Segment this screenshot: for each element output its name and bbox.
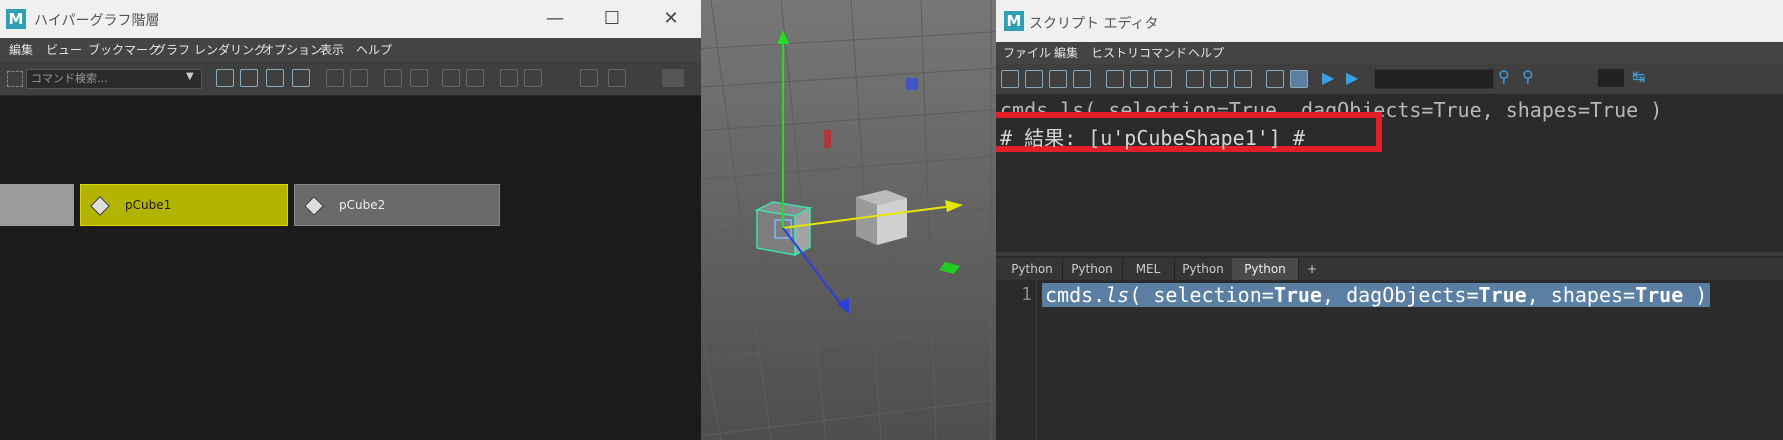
menu-display[interactable]: 表示 bbox=[320, 38, 344, 62]
menu-command[interactable]: コマンド bbox=[1139, 42, 1187, 64]
minimize-icon[interactable]: — bbox=[540, 0, 570, 38]
panel-icon[interactable] bbox=[466, 69, 484, 87]
line-number: 1 bbox=[1021, 284, 1032, 305]
search-down-icon[interactable]: ⚲ bbox=[1498, 67, 1510, 86]
menu-rendering[interactable]: レンダリング bbox=[194, 38, 266, 62]
code-token: cmds. bbox=[1045, 283, 1106, 307]
menu-view[interactable]: ビュー bbox=[46, 38, 82, 62]
save-icon[interactable] bbox=[1073, 70, 1091, 88]
layout-icon[interactable] bbox=[292, 69, 310, 87]
code-keyword: True bbox=[1478, 283, 1527, 307]
graph-node-pcube2[interactable]: pCube2 bbox=[294, 184, 500, 226]
window-title: ハイパーグラフ階層 bbox=[34, 13, 160, 29]
history-pane[interactable]: cmds.ls( selection=True, dagObjects=True… bbox=[996, 94, 1783, 252]
code-token: ) bbox=[1683, 283, 1708, 307]
maximize-icon[interactable]: ☐ bbox=[597, 0, 627, 38]
grip-icon bbox=[7, 71, 23, 87]
script-editor-titlebar: M スクリプト エディタ bbox=[996, 0, 1783, 42]
maya-logo-icon: M bbox=[1004, 11, 1024, 31]
tab-python-1[interactable]: Python bbox=[1002, 258, 1063, 280]
tab-python-2[interactable]: Python bbox=[1062, 258, 1123, 280]
transform-node-icon bbox=[304, 196, 324, 216]
execute-icon[interactable]: ▶ bbox=[1346, 68, 1358, 87]
goto-line-icon[interactable]: ↹ bbox=[1632, 67, 1645, 86]
code-token: ( selection= bbox=[1129, 283, 1274, 307]
frame-icon[interactable] bbox=[524, 69, 542, 87]
hypergraph-titlebar: M ハイパーグラフ階層 — ☐ ✕ bbox=[0, 0, 701, 38]
menu-file[interactable]: ファイル bbox=[1003, 42, 1051, 64]
layout-icon[interactable] bbox=[1234, 70, 1252, 88]
layout-icon[interactable] bbox=[266, 69, 284, 87]
bookmark-icon[interactable] bbox=[384, 69, 402, 87]
maya-logo-icon: M bbox=[6, 9, 26, 29]
3d-viewport[interactable] bbox=[701, 0, 996, 440]
search-field[interactable] bbox=[1374, 69, 1494, 89]
close-icon[interactable]: ✕ bbox=[656, 0, 686, 38]
hypergraph-toolbar: コマンド検索... ▼ bbox=[0, 62, 701, 96]
echo-icon[interactable] bbox=[1266, 70, 1284, 88]
window-title: スクリプト エディタ bbox=[1029, 16, 1159, 32]
clear-all-icon[interactable] bbox=[1154, 70, 1172, 88]
transform-node-icon bbox=[90, 196, 110, 216]
highlight-box: # 結果: [u'pCubeShape1'] # bbox=[996, 112, 1382, 152]
line-numbers-icon[interactable] bbox=[1290, 70, 1308, 88]
open-icon[interactable] bbox=[1001, 70, 1019, 88]
layout-icon[interactable] bbox=[1186, 70, 1204, 88]
swatch-icon[interactable] bbox=[662, 69, 684, 87]
code-keyword: True bbox=[1635, 283, 1684, 307]
tab-python-4[interactable]: Python bbox=[1232, 258, 1299, 280]
dots-icon[interactable] bbox=[580, 69, 598, 87]
graph-node-pcube1[interactable]: pCube1 bbox=[80, 184, 288, 226]
hypergraph-window: M ハイパーグラフ階層 — ☐ ✕ 編集 ビュー ブックマーク グラフ レンダリ… bbox=[0, 0, 701, 440]
bookmark-edit-icon[interactable] bbox=[410, 69, 428, 87]
pane-splitter[interactable] bbox=[996, 252, 1783, 256]
clear-history-icon[interactable] bbox=[1106, 70, 1124, 88]
dots-icon[interactable] bbox=[608, 69, 626, 87]
layout-icon[interactable] bbox=[240, 69, 258, 87]
node-label: pCube2 bbox=[339, 198, 386, 212]
layout-icon[interactable] bbox=[216, 69, 234, 87]
tab-python-3[interactable]: Python bbox=[1174, 258, 1233, 280]
menu-graph[interactable]: グラフ bbox=[154, 38, 190, 62]
tab-mel[interactable]: MEL bbox=[1122, 258, 1175, 280]
script-editor-toolbar: ▶ ▶ ⚲ ⚲ ↹ bbox=[996, 64, 1783, 94]
code-function-name: ls bbox=[1105, 283, 1130, 307]
menu-options[interactable]: オプション bbox=[262, 38, 322, 62]
menu-history[interactable]: ヒストリ bbox=[1091, 42, 1139, 64]
input-pane[interactable]: 1 cmds.ls( selection=True, dagObjects=Tr… bbox=[996, 280, 1783, 440]
graph-node[interactable] bbox=[0, 184, 74, 226]
script-editor-menubar: ファイル 編集 ヒストリ コマンド ヘルプ bbox=[996, 42, 1783, 64]
layout-icon[interactable] bbox=[1210, 70, 1228, 88]
menu-help[interactable]: ヘルプ bbox=[356, 38, 392, 62]
search-up-icon[interactable]: ⚲ bbox=[1522, 67, 1534, 86]
menu-bookmark[interactable]: ブックマーク bbox=[88, 38, 160, 62]
tab-bar: Python Python MEL Python Python + bbox=[996, 258, 1783, 280]
goto-line-field[interactable] bbox=[1598, 69, 1624, 87]
hierarchy-icon[interactable] bbox=[350, 69, 368, 87]
chevron-down-icon[interactable]: ▼ bbox=[186, 71, 194, 82]
menu-edit[interactable]: 編集 bbox=[1054, 42, 1078, 64]
selected-input-line[interactable]: cmds.ls( selection=True, dagObjects=True… bbox=[1042, 283, 1711, 307]
hypergraph-menubar: 編集 ビュー ブックマーク グラフ レンダリング オプション 表示 ヘルプ bbox=[0, 38, 701, 62]
execute-all-icon[interactable]: ▶ bbox=[1322, 68, 1334, 87]
viewport-scene bbox=[701, 0, 996, 440]
list-icon[interactable] bbox=[442, 69, 460, 87]
add-tab-button[interactable]: + bbox=[1298, 258, 1326, 280]
node-label: pCube1 bbox=[125, 198, 172, 212]
clear-input-icon[interactable] bbox=[1130, 70, 1148, 88]
line-number-gutter: 1 bbox=[996, 280, 1037, 440]
hierarchy-icon[interactable] bbox=[326, 69, 344, 87]
menu-help[interactable]: ヘルプ bbox=[1188, 42, 1224, 64]
script-editor-window: M スクリプト エディタ ファイル 編集 ヒストリ コマンド ヘルプ ▶ ▶ ⚲… bbox=[996, 0, 1783, 440]
code-token: , shapes= bbox=[1526, 283, 1636, 307]
open-icon[interactable] bbox=[1025, 70, 1043, 88]
code-token: , dagObjects= bbox=[1321, 283, 1479, 307]
frame-icon[interactable] bbox=[500, 69, 518, 87]
result-line: # 結果: [u'pCubeShape1'] # bbox=[1000, 126, 1305, 150]
menu-edit[interactable]: 編集 bbox=[9, 38, 33, 62]
save-icon[interactable] bbox=[1049, 70, 1067, 88]
command-search-input[interactable]: コマンド検索... bbox=[26, 69, 202, 89]
code-keyword: True bbox=[1273, 283, 1322, 307]
